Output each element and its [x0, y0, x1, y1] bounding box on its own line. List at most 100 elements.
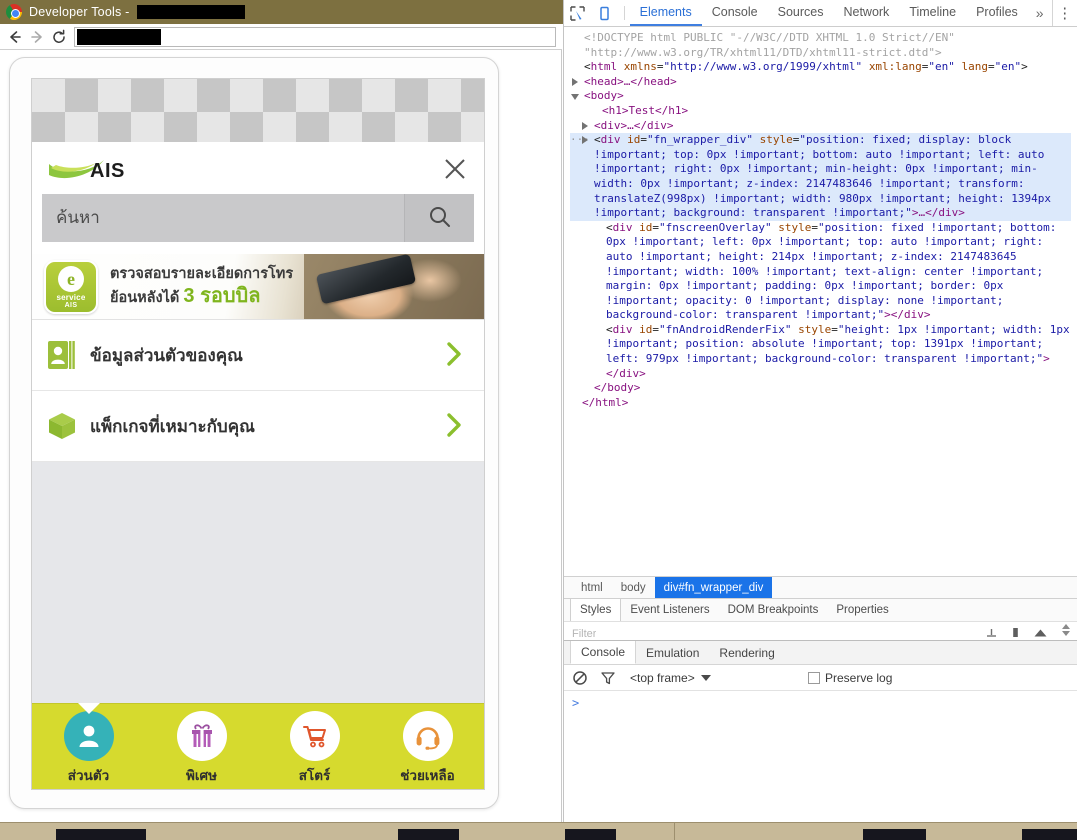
promo-line-2-prefix: ย้อนหลังได้ [110, 290, 184, 306]
renderfix-id-attr: id [639, 322, 653, 336]
dom-html-open[interactable]: <html xmlns="http://www.w3.org/1999/xhtm… [570, 60, 1071, 75]
browser-toolbar [0, 24, 562, 50]
taskbar-item[interactable] [565, 829, 617, 840]
subtab-dom-breakpoints[interactable]: DOM Breakpoints [719, 599, 828, 621]
desktop-screen: Developer Tools - AIS ค้นหา e service AI… [0, 0, 1077, 840]
close-icon[interactable] [440, 154, 470, 184]
dom-h1-line[interactable]: <h1>Test</h1> [570, 104, 1071, 119]
dom-head-collapsed[interactable]: <head>…</head> [570, 75, 1071, 90]
eservice-badge-icon: e service AIS [44, 260, 98, 314]
dom-body-open[interactable]: <body> [570, 89, 1071, 104]
inspect-element-icon[interactable] [564, 0, 591, 26]
contact-card-icon [46, 339, 90, 371]
dom-div-collapsed[interactable]: <div>…</div> [570, 119, 1071, 134]
devtools-panel: Elements Console Sources Network Timelin… [563, 0, 1077, 822]
drawer-tab-rendering[interactable]: Rendering [709, 641, 784, 664]
breadcrumb-item-selected[interactable]: div#fn_wrapper_div [654, 576, 773, 599]
computed-style-icon[interactable] [1034, 626, 1047, 640]
taskbar-item[interactable] [1022, 829, 1077, 840]
scrollbar-stepper-icon[interactable] [1061, 623, 1071, 640]
more-tabs-button[interactable]: » [1028, 0, 1052, 26]
taskbar-item[interactable] [398, 829, 460, 840]
device-toolbar-icon[interactable] [591, 0, 618, 26]
element-state-icon[interactable] [1011, 626, 1020, 640]
tab-console[interactable]: Console [702, 0, 768, 26]
person-icon [63, 711, 114, 761]
phone-screen: AIS ค้นหา e service AIS ตรวจสอบรายละเอีย… [31, 78, 485, 790]
selected-id-value: "fn_wrapper_div" [647, 133, 753, 147]
taskbar [0, 822, 1077, 840]
menu-row-packages[interactable]: แพ็กเกจที่เหมาะกับคุณ [32, 391, 484, 462]
chevron-right-icon [444, 340, 470, 371]
menu-row-personal-info[interactable]: ข้อมูลส่วนตัวของคุณ [32, 320, 484, 391]
drawer-tab-console[interactable]: Console [570, 641, 637, 664]
dom-renderfix-node[interactable]: <div id="fnAndroidRenderFix" style="heig… [570, 323, 1071, 381]
redacted-title-bar [137, 5, 246, 19]
dom-selected-node[interactable]: ··· <div id="fn_wrapper_div" style="posit… [570, 133, 1071, 221]
preserve-log-toggle[interactable]: Preserve log [808, 671, 892, 685]
empty-content-area [32, 462, 484, 703]
tab-special[interactable]: พิเศษ [145, 704, 258, 789]
console-drawer: Console Emulation Rendering <top frame> … [564, 640, 1077, 822]
menu-row-label: แพ็กเกจที่เหมาะกับคุณ [90, 416, 255, 436]
tab-help[interactable]: ช่วยเหลือ [371, 704, 484, 789]
clear-console-icon[interactable] [570, 668, 590, 688]
promo-banner[interactable]: e service AIS ตรวจสอบรายละเอียดการโทร ย้… [32, 254, 484, 320]
menu-row-label: ข้อมูลส่วนตัวของคุณ [90, 345, 243, 365]
tab-network[interactable]: Network [833, 0, 899, 26]
tab-label: ส่วนตัว [67, 768, 110, 783]
drawer-tabbar: Console Emulation Rendering [564, 641, 1077, 665]
tab-profiles[interactable]: Profiles [966, 0, 1028, 26]
forward-arrow-icon[interactable] [26, 26, 48, 48]
console-output[interactable]: > [564, 691, 1077, 822]
reload-icon[interactable] [48, 26, 70, 48]
breadcrumb-item-html[interactable]: html [572, 577, 612, 599]
expand-triangle-icon[interactable] [572, 77, 578, 86]
html-close-text: </html> [582, 395, 629, 409]
drawer-tab-emulation[interactable]: Emulation [636, 641, 709, 664]
tab-label: สโตร์ [298, 768, 331, 783]
styles-filter-input[interactable]: Filter [564, 629, 596, 640]
preserve-log-checkbox[interactable] [808, 671, 820, 684]
selected-id-attr: id [627, 133, 641, 147]
styles-toolbar-icons [986, 623, 1071, 640]
taskbar-item[interactable] [863, 829, 927, 840]
devtools-menu-kebab-icon[interactable]: ⋮ [1051, 0, 1077, 26]
subtab-event-listeners[interactable]: Event Listeners [621, 599, 718, 621]
subtab-styles[interactable]: Styles [570, 599, 622, 621]
expand-triangle-icon[interactable] [582, 121, 588, 130]
selected-tag-name: div [600, 133, 621, 147]
chevron-down-icon [700, 674, 711, 681]
renderfix-style-attr: style [798, 322, 832, 336]
tab-elements[interactable]: Elements [629, 0, 702, 26]
collapse-triangle-icon[interactable] [571, 94, 579, 104]
frame-selector[interactable]: <top frame> [630, 671, 800, 685]
dom-overlay-node[interactable]: <div id="fnscreenOverlay" style="positio… [570, 221, 1071, 323]
breadcrumb-item-body[interactable]: body [612, 577, 655, 599]
dom-tree[interactable]: <!DOCTYPE html PUBLIC "-//W3C//DTD XHTML… [564, 27, 1077, 576]
tab-personal[interactable]: ส่วนตัว [32, 703, 145, 789]
tab-sources[interactable]: Sources [768, 0, 834, 26]
gift-icon [176, 711, 227, 761]
body-text: <body> [584, 89, 624, 103]
new-style-rule-icon[interactable] [986, 626, 997, 640]
transparency-checkerboard [32, 79, 484, 142]
filter-icon[interactable] [598, 668, 618, 688]
search-row [42, 194, 474, 242]
url-bar[interactable] [74, 26, 556, 47]
tab-timeline[interactable]: Timeline [899, 0, 966, 26]
back-arrow-icon[interactable] [4, 26, 26, 48]
overlay-id-attr: id [639, 220, 653, 234]
console-toolbar: <top frame> Preserve log [564, 665, 1077, 691]
search-button[interactable] [404, 194, 474, 242]
tab-label: ช่วยเหลือ [400, 768, 455, 783]
doctype-text-2: "http://www.w3.org/TR/xhtml11/DTD/xhtml1… [584, 45, 942, 59]
badge-service-text: service [56, 292, 86, 302]
html-attr-lang-value: "en" [994, 60, 1022, 74]
taskbar-item[interactable] [56, 829, 147, 840]
expand-triangle-icon[interactable] [582, 136, 588, 145]
search-input[interactable] [42, 194, 404, 242]
tab-store[interactable]: สโตร์ [258, 704, 371, 789]
subtab-properties[interactable]: Properties [827, 599, 897, 621]
search-icon [426, 203, 454, 234]
